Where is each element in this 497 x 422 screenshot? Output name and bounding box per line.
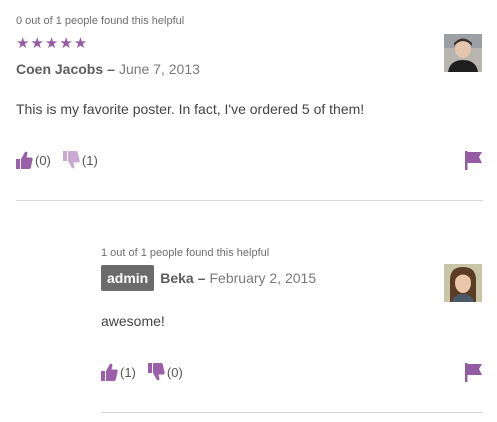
- flag-icon: [465, 363, 482, 382]
- admin-badge: admin: [101, 265, 155, 291]
- meta-separator: –: [107, 61, 115, 77]
- review-date: June 7, 2013: [118, 61, 200, 77]
- downvote-count: (1): [81, 152, 98, 168]
- upvote-count: (1): [120, 364, 136, 380]
- review-author[interactable]: Coen Jacobs: [16, 61, 103, 77]
- upvote-button[interactable]: (0): [16, 151, 51, 169]
- flag-button[interactable]: [465, 151, 483, 175]
- downvote-count: (0): [166, 364, 183, 380]
- thumbs-up-icon: [16, 151, 33, 169]
- review-meta: admin Beka – February 2, 2015: [101, 265, 316, 291]
- downvote-button[interactable]: (0): [147, 363, 183, 381]
- thumbs-up-icon: [101, 363, 118, 381]
- thumbs-down-icon: [147, 363, 165, 381]
- downvote-button[interactable]: (1): [62, 151, 98, 169]
- review-divider: [16, 200, 483, 201]
- meta-separator: –: [197, 270, 206, 286]
- flag-icon: [465, 151, 482, 170]
- avatar: [444, 264, 482, 302]
- upvote-button[interactable]: (1): [101, 363, 136, 381]
- review-date: February 2, 2015: [209, 270, 317, 286]
- helpful-count: 1 out of 1 people found this helpful: [101, 247, 270, 259]
- flag-button[interactable]: [465, 363, 483, 387]
- vote-bar: (0) (1): [16, 151, 98, 169]
- helpful-count: 0 out of 1 people found this helpful: [16, 15, 185, 27]
- vote-bar: (1) (0): [101, 363, 183, 381]
- thumbs-down-icon: [62, 151, 80, 169]
- review-divider: [101, 412, 483, 413]
- avatar: [444, 34, 482, 72]
- star-rating: ★★★★★: [16, 35, 89, 52]
- review-text: This is my favorite poster. In fact, I'v…: [16, 101, 365, 117]
- review-meta: Coen Jacobs – June 7, 2013: [16, 61, 200, 77]
- review-text: awesome!: [101, 313, 165, 329]
- review-author[interactable]: Beka: [160, 270, 193, 286]
- upvote-count: (0): [35, 152, 51, 168]
